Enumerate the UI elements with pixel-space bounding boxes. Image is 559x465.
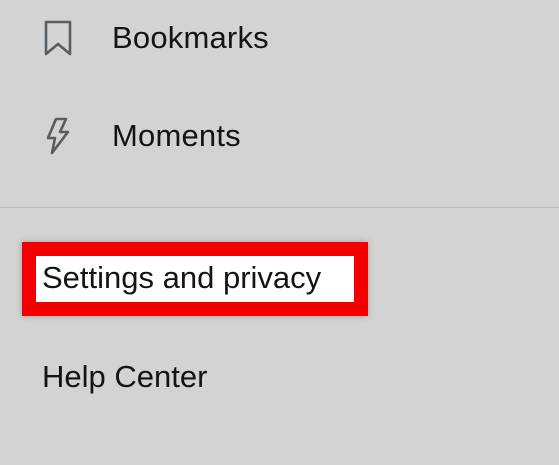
- menu-item-label: Moments: [112, 118, 241, 153]
- menu-item-moments[interactable]: Moments: [0, 116, 559, 156]
- lightning-bolt-icon: [40, 116, 76, 156]
- menu-item-label: Bookmarks: [112, 20, 269, 55]
- menu-divider: [0, 207, 559, 208]
- settings-and-privacy-link[interactable]: Settings and privacy: [42, 258, 321, 298]
- help-center-link[interactable]: Help Center: [42, 357, 207, 397]
- bookmark-icon: [40, 18, 76, 58]
- side-menu: Bookmarks Moments Settings and privacy H…: [0, 0, 559, 465]
- menu-item-bookmarks[interactable]: Bookmarks: [0, 18, 559, 58]
